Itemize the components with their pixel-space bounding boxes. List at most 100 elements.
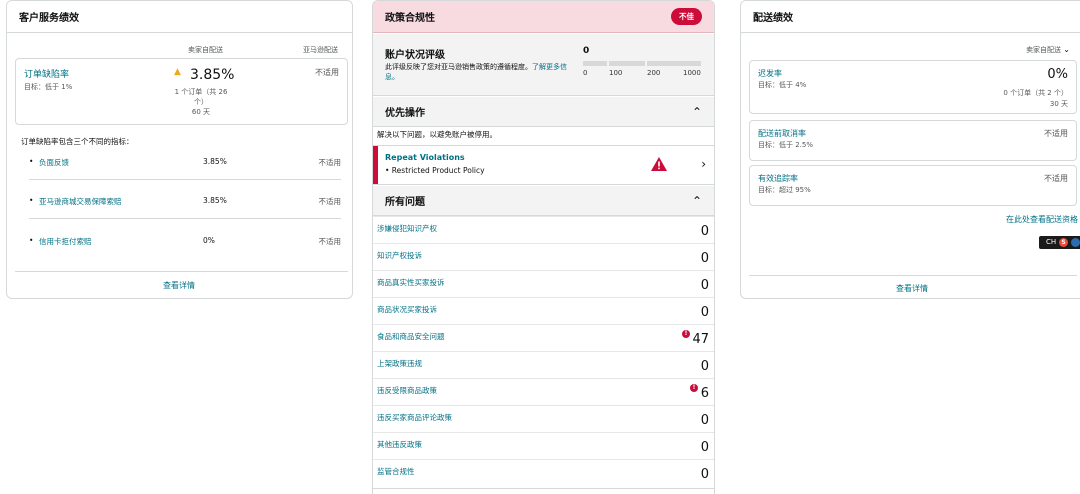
issue-link[interactable]: 商品状况买家投诉 (377, 304, 437, 315)
view-details-link[interactable]: 查看详情 (896, 283, 928, 294)
issue-link[interactable]: 违反受限商品政策 (377, 385, 437, 396)
metric-target: 目标：低于 4% (758, 81, 807, 89)
extension-s-icon[interactable]: S (1059, 238, 1068, 247)
metric-amazon-value: 不适用 (318, 197, 342, 206)
odr-value: 3.85% (190, 67, 235, 83)
bullet: • (29, 236, 34, 245)
ahr-score: 0 (583, 46, 590, 56)
fulfillment-select[interactable]: 卖家自配送 ⌄ (1026, 45, 1070, 55)
issue-link[interactable]: 监管合规性 (377, 466, 415, 477)
metric-link[interactable]: 配送前取消率 (758, 128, 806, 139)
view-details-link[interactable]: 查看详情 (163, 280, 195, 291)
metric-value: 3.85% (203, 157, 227, 166)
all-issues-header[interactable]: 所有问题 ⌃ (373, 186, 714, 216)
odr-detail-line: 个） (194, 98, 208, 106)
warning-icon: ▲ (174, 67, 181, 77)
issue-count: 0 (700, 413, 709, 428)
ahr-desc-text: 此评级反映了您对亚马逊销售政策的遵循程度。 (385, 63, 532, 71)
issue-row[interactable]: 上架政策违规 0 (373, 351, 714, 378)
metric-amazon-value: 不适用 (318, 237, 342, 246)
shipping-header: 配送绩效 (741, 1, 1080, 33)
issue-row[interactable]: 商品状况买家投诉 0 (373, 297, 714, 324)
issue-row[interactable]: 商品真实性买家投诉 0 (373, 270, 714, 297)
ahr-bar-segment (647, 61, 701, 66)
odr-target: 目标：低于 1% (24, 83, 73, 91)
panel-title: 政策合规性 (385, 13, 435, 24)
issue-row[interactable]: 食品和商品安全问题 ! 47 (373, 324, 714, 351)
alert-dot-icon: ! (682, 330, 690, 338)
issue-count: 0 (700, 467, 709, 482)
fulfillment-select-label: 卖家自配送 (1026, 46, 1062, 54)
odr-detail: 1 个订单（共 26 个） 60 天 (166, 87, 236, 117)
valid-tracking-card[interactable]: 有效追踪率 目标：超过 95% 不适用 (749, 165, 1077, 206)
browser-extension-toolbar[interactable]: CH S (1039, 236, 1080, 249)
late-shipment-card[interactable]: 迟发率 目标：低于 4% 0% 0 个订单（共 2 个） 30 天 (749, 60, 1077, 114)
metric-link[interactable]: 亚马逊商城交易保障索赔 (39, 196, 122, 207)
chevron-right-icon[interactable]: › (701, 157, 706, 171)
ahr-bar-segment (583, 61, 607, 66)
account-health-rating: 账户状况评级 此评级反映了您对亚马逊销售政策的遵循程度。了解更多信息。 0 0 … (373, 34, 714, 96)
ahr-tick: 1000 (683, 69, 701, 77)
issue-link[interactable]: 上架政策违规 (377, 358, 422, 369)
divider (373, 488, 714, 489)
shipping-performance-panel: 配送绩效 卖家自配送 ⌄ 迟发率 目标：低于 4% 0% 0 个订单（共 2 个… (740, 0, 1080, 299)
issue-count: 0 (700, 224, 709, 239)
warning-icon (651, 157, 667, 173)
metric-detail: 0 个订单（共 2 个） (1003, 89, 1068, 97)
metric-value: 不适用 (1044, 129, 1068, 138)
bullet: • (29, 157, 34, 166)
metric-link[interactable]: 有效追踪率 (758, 173, 798, 184)
metric-detail: 30 天 (1049, 100, 1068, 108)
order-defect-rate-card[interactable]: 订单缺陷率 目标：低于 1% ▲ 3.85% 1 个订单（共 26 个） 60 … (15, 58, 348, 125)
list-item: • 亚马逊商城交易保障索赔 3.85% 不适用 (29, 196, 341, 208)
odr-link[interactable]: 订单缺陷率 (24, 67, 69, 80)
pre-fulfillment-cancel-card[interactable]: 配送前取消率 目标：低于 2.5% 不适用 (749, 120, 1077, 161)
issue-link[interactable]: 食品和商品安全问题 (377, 331, 445, 342)
extension-circle-icon[interactable] (1071, 238, 1080, 247)
policy-compliance-panel: 政策合规性 不佳 账户状况评级 此评级反映了您对亚马逊销售政策的遵循程度。了解更… (372, 0, 715, 494)
bullet: • (29, 196, 34, 205)
metric-value: 不适用 (1044, 174, 1068, 183)
metric-value: 3.85% (203, 196, 227, 205)
issue-link[interactable]: 商品真实性买家投诉 (377, 277, 445, 288)
issue-row[interactable]: 违反受限商品政策 ! 6 (373, 378, 714, 405)
alert-dot-icon: ! (690, 384, 698, 392)
priority-actions-header[interactable]: 优先操作 ⌃ (373, 97, 714, 127)
metric-link[interactable]: 信用卡拒付索赔 (39, 236, 92, 247)
issue-count: 47 (692, 332, 709, 347)
issue-row[interactable]: 知识产权投诉 0 (373, 243, 714, 270)
issue-count: 0 (700, 251, 709, 266)
customer-service-header: 客户服务绩效 (7, 1, 352, 33)
issue-row[interactable]: 其他违反政策 0 (373, 432, 714, 459)
issue-row[interactable]: 违反买家商品评论政策 0 (373, 405, 714, 432)
issue-count: 0 (700, 305, 709, 320)
issue-link[interactable]: 违反买家商品评论政策 (377, 412, 452, 423)
issue-link[interactable]: 涉嫌侵犯知识产权 (377, 223, 437, 234)
violation-subtitle: • Restricted Product Policy (385, 166, 485, 175)
chevron-up-icon[interactable]: ⌃ (692, 105, 702, 119)
metric-link[interactable]: 负面反馈 (39, 157, 69, 168)
violation-card[interactable]: Repeat Violations • Restricted Product P… (373, 145, 714, 185)
divider (15, 271, 348, 272)
col-seller-fulfilled: 卖家自配送 (188, 46, 223, 54)
odr-detail-line: 1 个订单（共 26 (174, 88, 228, 96)
issue-link[interactable]: 知识产权投诉 (377, 250, 422, 261)
metrics-intro: 订单缺陷率包含三个不同的指标： (21, 137, 134, 146)
metric-target: 目标：低于 2.5% (758, 141, 814, 149)
status-badge: 不佳 (671, 8, 702, 25)
odr-detail-line: 60 天 (191, 108, 211, 116)
policy-header: 政策合规性 不佳 (373, 1, 714, 33)
metric-value: 0% (203, 236, 215, 245)
metric-link[interactable]: 迟发率 (758, 68, 782, 79)
issue-row[interactable]: 监管合规性 0 (373, 459, 714, 486)
shipping-eligibility-link[interactable]: 在此处查看配送资格 (1006, 214, 1078, 225)
section-title: 优先操作 (385, 108, 425, 119)
issue-count: 6 (700, 386, 709, 401)
metric-value: 0% (1047, 67, 1068, 82)
chevron-up-icon[interactable]: ⌃ (692, 194, 702, 208)
issue-link[interactable]: 其他违反政策 (377, 439, 422, 450)
violation-title[interactable]: Repeat Violations (385, 153, 465, 162)
issue-count: 0 (700, 278, 709, 293)
issue-row[interactable]: 涉嫌侵犯知识产权 0 (373, 216, 714, 243)
col-amazon-fulfilled: 亚马逊配送 (303, 46, 338, 54)
